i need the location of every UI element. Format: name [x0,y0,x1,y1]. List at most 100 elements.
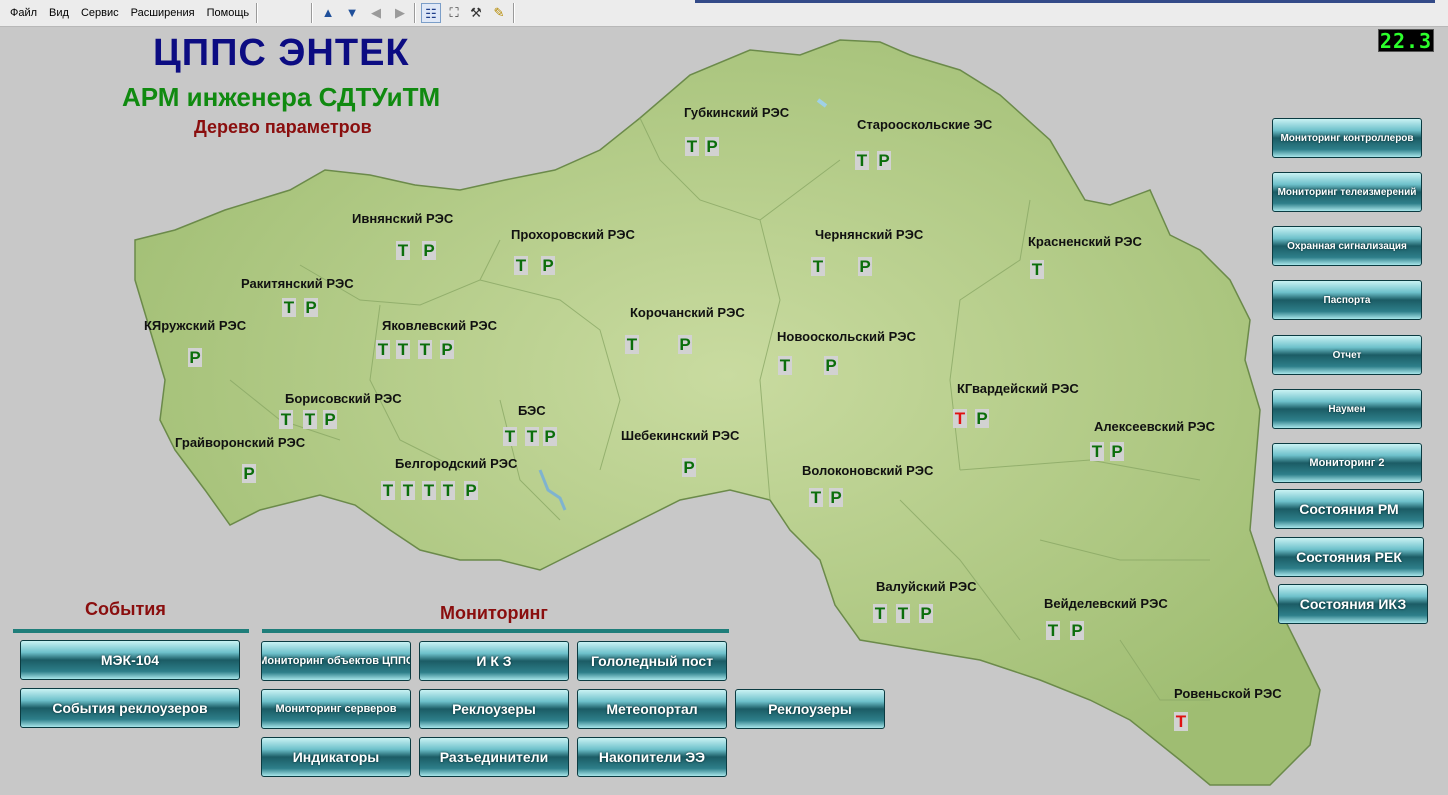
telemetry-marker[interactable]: Т [418,340,432,359]
disconnectors-button[interactable]: Разъединители [419,737,569,777]
recloser-marker[interactable]: Р [877,151,891,170]
recloser-marker[interactable]: Р [1110,442,1124,461]
telemetry-marker[interactable]: Т [1030,260,1044,279]
indicators-button[interactable]: Индикаторы [261,737,411,777]
telemetry-marker[interactable]: Т [625,335,639,354]
telemetry-marker[interactable]: Т [401,481,415,500]
recloser-marker[interactable]: Р [858,257,872,276]
telemetry-marker[interactable]: Т [1046,621,1060,640]
arrow-up-icon[interactable]: ▲ [318,3,338,23]
region-label[interactable]: БЭС [518,403,546,418]
telemetry-marker[interactable]: Т [525,427,539,446]
recloser-events-button[interactable]: События реклоузеров [20,688,240,728]
region-label[interactable]: Вейделевский РЭС [1044,596,1168,611]
controllers-monitoring-button[interactable]: Мониторинг контроллеров [1272,118,1422,158]
recloser-marker[interactable]: Р [824,356,838,375]
region-label[interactable]: Шебекинский РЭС [621,428,739,443]
meteoportal-button[interactable]: Метеопортал [577,689,727,729]
menu-help[interactable]: Помощь [201,0,256,26]
region-label[interactable]: Яковлевский РЭС [382,318,497,333]
recloser-marker[interactable]: Р [422,241,436,260]
telemetry-marker[interactable]: Т [778,356,792,375]
tools-icon[interactable]: ⚒ [466,3,486,23]
telemetry-marker[interactable]: Т [376,340,390,359]
menu-extensions[interactable]: Расширения [125,0,201,26]
telemetry-marker[interactable]: Т [303,410,317,429]
naumen-button[interactable]: Наумен [1272,389,1422,429]
telemetry-marker[interactable]: Т [422,481,436,500]
recloser-marker[interactable]: Р [705,137,719,156]
recloser-marker[interactable]: Р [543,427,557,446]
region-label[interactable]: Новооскольский РЭС [777,329,916,344]
recloser-marker[interactable]: Р [678,335,692,354]
recloser-marker[interactable]: Р [919,604,933,623]
report-button[interactable]: Отчет [1272,335,1422,375]
cpps-objects-monitoring-button[interactable]: Мониторинг объектов ЦППС [261,641,411,681]
region-label[interactable]: Алексеевский РЭС [1094,419,1215,434]
rm-states-button[interactable]: Состояния РМ [1274,489,1424,529]
menu-view[interactable]: Вид [43,0,75,26]
telemetry-marker[interactable]: Т [953,409,967,428]
monitoring-2-button[interactable]: Мониторинг 2 [1272,443,1422,483]
telemetry-marker[interactable]: Т [514,256,528,275]
forward-icon[interactable]: ▶ [390,3,410,23]
region-label[interactable]: Валуйский РЭС [876,579,977,594]
telemetry-marker[interactable]: Т [396,241,410,260]
telemetry-marker[interactable]: Т [855,151,869,170]
region-label[interactable]: Ракитянский РЭС [241,276,354,291]
telemetry-marker[interactable]: Т [441,481,455,500]
telemetry-marker[interactable]: Т [503,427,517,446]
rek-states-button[interactable]: Состояния РЕК [1274,537,1424,577]
telemetry-marker[interactable]: Т [685,137,699,156]
recloser-marker[interactable]: Р [323,410,337,429]
telemetry-marker[interactable]: Т [896,604,910,623]
telemetry-marker[interactable]: Т [381,481,395,500]
recloser-marker[interactable]: Р [304,298,318,317]
telemetry-marker[interactable]: Т [811,257,825,276]
ice-post-button[interactable]: Гололедный пост [577,641,727,681]
reclosers-button[interactable]: Реклоузеры [419,689,569,729]
region-label[interactable]: Чернянский РЭС [815,227,923,242]
energy-storage-button[interactable]: Накопители ЭЭ [577,737,727,777]
note-icon[interactable]: ✎ [489,3,509,23]
servers-monitoring-button[interactable]: Мониторинг серверов [261,689,411,729]
recloser-marker[interactable]: Р [829,488,843,507]
recloser-marker[interactable]: Р [464,481,478,500]
recloser-marker[interactable]: Р [242,464,256,483]
telemetry-marker[interactable]: Т [1174,712,1188,731]
telemetry-marker[interactable]: Т [873,604,887,623]
back-icon[interactable]: ◀ [366,3,386,23]
telemetry-monitoring-button[interactable]: Мониторинг телеизмерений [1272,172,1422,212]
tree-icon[interactable]: ☷ [421,3,441,23]
menu-file[interactable]: Файл [4,0,43,26]
region-label[interactable]: Старооскольские ЭС [857,117,992,132]
region-label[interactable]: Губкинский РЭС [684,105,789,120]
passports-button[interactable]: Паспорта [1272,280,1422,320]
region-label[interactable]: Прохоровский РЭС [511,227,635,242]
ikz-button[interactable]: И К З [419,641,569,681]
region-label[interactable]: Ровеньской РЭС [1174,686,1282,701]
region-label[interactable]: Корочанский РЭС [630,305,745,320]
region-label[interactable]: Ивнянский РЭС [352,211,453,226]
arrow-down-icon[interactable]: ▼ [342,3,362,23]
telemetry-marker[interactable]: Т [809,488,823,507]
recloser-marker[interactable]: Р [440,340,454,359]
menu-service[interactable]: Сервис [75,0,125,26]
region-label[interactable]: Красненский РЭС [1028,234,1142,249]
telemetry-marker[interactable]: Т [279,410,293,429]
recloser-marker[interactable]: Р [1070,621,1084,640]
recloser-marker[interactable]: Р [188,348,202,367]
telemetry-marker[interactable]: Т [1090,442,1104,461]
recloser-marker[interactable]: Р [541,256,555,275]
reclosers-button-2[interactable]: Реклоузеры [735,689,885,729]
ikz-states-button[interactable]: Состояния ИКЗ [1278,584,1428,624]
fit-icon[interactable]: ⛶ [444,3,464,23]
region-label[interactable]: Борисовский РЭС [285,391,402,406]
region-label[interactable]: КЯружский РЭС [144,318,246,333]
telemetry-marker[interactable]: Т [282,298,296,317]
recloser-marker[interactable]: Р [975,409,989,428]
region-label[interactable]: Грайворонский РЭС [175,435,305,450]
region-label[interactable]: КГвардейский РЭС [957,381,1079,396]
telemetry-marker[interactable]: Т [396,340,410,359]
recloser-marker[interactable]: Р [682,458,696,477]
